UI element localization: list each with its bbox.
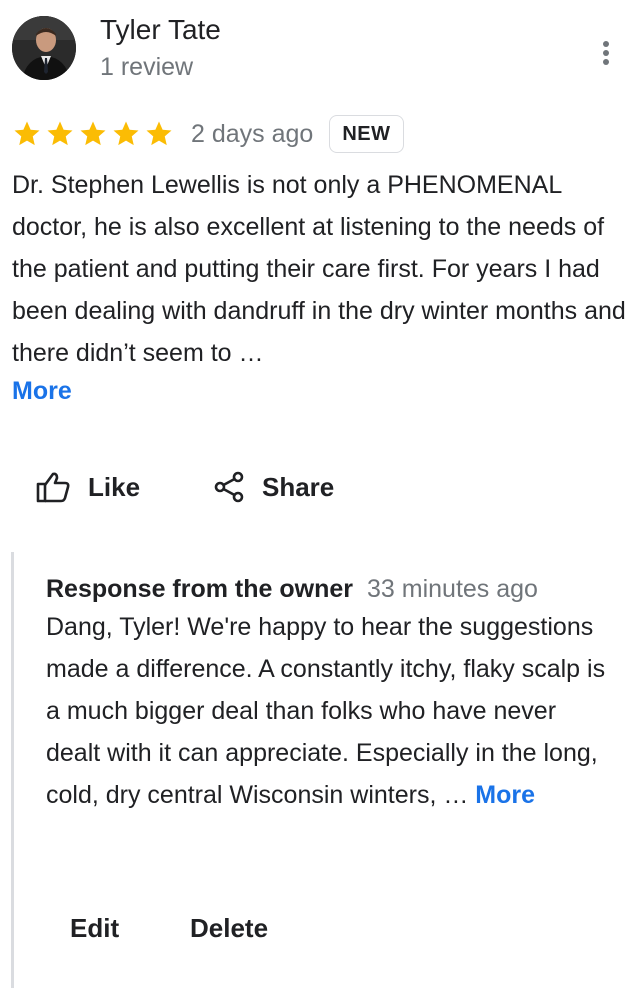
owner-response-body: Dang, Tyler! We're happy to hear the sug…: [46, 606, 616, 816]
share-button[interactable]: Share: [214, 466, 334, 508]
star-icon: [47, 121, 73, 146]
delete-button[interactable]: Delete: [190, 913, 268, 944]
owner-response-header: Response from the owner 33 minutes ago: [46, 568, 538, 610]
owner-response-more-link[interactable]: More: [475, 781, 535, 809]
star-icon: [113, 121, 139, 146]
reviewer-name[interactable]: Tyler Tate: [100, 14, 221, 46]
owner-response-time: 33 minutes ago: [367, 575, 538, 603]
star-icon: [14, 121, 40, 146]
new-badge: NEW: [329, 115, 404, 153]
review-more-link[interactable]: More: [12, 370, 72, 412]
owner-response-divider: [11, 552, 14, 988]
star-icon: [146, 121, 172, 146]
review-time: 2 days ago: [191, 119, 314, 148]
edit-button[interactable]: Edit: [70, 913, 119, 944]
star-rating: [12, 119, 174, 149]
thumbs-up-icon: [36, 472, 70, 503]
review-count: 1 review: [100, 53, 194, 81]
like-label: Like: [88, 471, 141, 502]
share-icon: [214, 471, 244, 503]
profile-photo-icon: [12, 16, 76, 80]
owner-response-text: Dang, Tyler! We're happy to hear the sug…: [46, 613, 606, 809]
review-text: Dr. Stephen Lewellis is not only a PHENO…: [12, 171, 626, 367]
owner-response-title: Response from the owner: [46, 575, 353, 603]
star-icon: [80, 121, 106, 146]
like-button[interactable]: Like: [36, 466, 140, 508]
avatar[interactable]: [12, 16, 76, 80]
share-label: Share: [262, 471, 335, 502]
rating-row: 2 days ago NEW: [12, 114, 404, 154]
more-vert-icon[interactable]: [596, 38, 616, 68]
